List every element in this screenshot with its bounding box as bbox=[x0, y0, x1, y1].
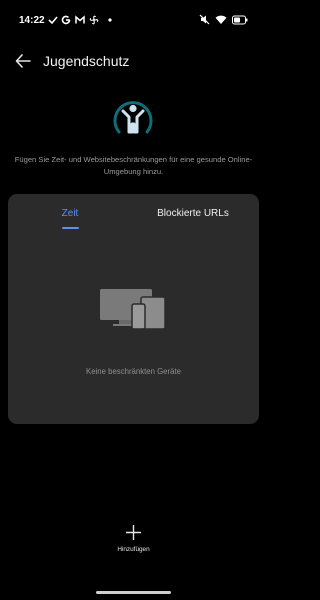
tab-blockierte-urls[interactable]: Blockierte URLs bbox=[148, 208, 238, 219]
gmail-icon bbox=[75, 15, 85, 24]
status-bar: 14:22 bbox=[0, 0, 267, 40]
fan-icon bbox=[89, 15, 99, 25]
description: Fügen Sie Zeit- und Websitebeschränkunge… bbox=[14, 155, 253, 176]
status-time: 14:22 bbox=[19, 15, 45, 26]
plus-icon bbox=[126, 525, 141, 540]
add-button-label: Hinzufügen bbox=[117, 546, 150, 553]
empty-state-text: Keine beschränkten Geräte bbox=[86, 367, 181, 376]
restrictions-card: Zeit Blockierte URLs Keine beschränkten … bbox=[8, 194, 259, 424]
active-tab-indicator bbox=[62, 227, 79, 229]
tab-zeit[interactable]: Zeit bbox=[59, 208, 81, 219]
page-title: Jugendschutz bbox=[43, 53, 130, 69]
google-icon bbox=[61, 15, 71, 25]
dot-icon bbox=[108, 18, 112, 22]
mute-icon bbox=[199, 14, 210, 25]
home-indicator bbox=[96, 591, 171, 594]
add-button[interactable]: Hinzufügen bbox=[110, 524, 157, 574]
check-icon bbox=[48, 16, 58, 25]
app-header: Jugendschutz bbox=[0, 44, 267, 80]
devices-icon bbox=[100, 289, 166, 330]
wifi-icon bbox=[215, 15, 227, 24]
back-arrow-icon[interactable] bbox=[12, 50, 34, 72]
battery-icon bbox=[232, 15, 248, 24]
parental-control-icon bbox=[113, 101, 153, 134]
